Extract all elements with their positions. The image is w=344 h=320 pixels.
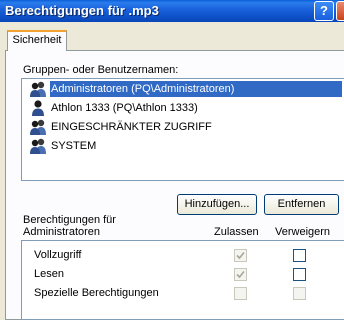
permission-row: Vollzugriff [22, 247, 344, 266]
help-button[interactable]: ? [314, 1, 334, 21]
permission-row: Lesen [22, 266, 344, 285]
remove-button[interactable]: Entfernen [264, 194, 339, 215]
user-group-icon [30, 138, 46, 154]
list-item-athlon[interactable]: Athlon 1333 (PQ\Athlon 1333) [24, 99, 342, 117]
permissions-header-subject: Administratoren [23, 226, 101, 238]
tab-sicherheit[interactable]: Sicherheit [7, 30, 67, 51]
permission-row: Spezielle Berechtigungen [22, 285, 344, 304]
title-bar[interactable]: Berechtigungen für .mp3 ? [0, 0, 344, 22]
list-item-system[interactable]: SYSTEM [24, 137, 342, 155]
deny-checkbox[interactable] [293, 268, 306, 281]
permission-name: Vollzugriff [34, 249, 82, 261]
user-group-icon [30, 81, 46, 97]
checkmark-icon [236, 251, 245, 260]
list-item-label: SYSTEM [51, 140, 97, 152]
permission-name: Spezielle Berechtigungen [34, 287, 159, 299]
permissions-list: Vollzugriff Lesen Spezielle Berechtigung… [21, 240, 344, 320]
column-allow-header: Zulassen [214, 226, 259, 238]
list-item-label: EINGESCHRÄNKTER ZUGRIFF [51, 121, 212, 133]
groups-listbox[interactable]: Administratoren (PQ\Administratoren) Ath… [21, 78, 344, 181]
close-button[interactable] [336, 1, 344, 21]
allow-checkbox[interactable] [234, 249, 247, 262]
list-item-label: Administratoren (PQ\Administratoren) [50, 81, 342, 97]
list-item-label: Athlon 1333 (PQ\Athlon 1333) [51, 102, 198, 114]
deny-checkbox[interactable] [293, 249, 306, 262]
window-title: Berechtigungen für .mp3 [5, 3, 159, 18]
deny-checkbox[interactable] [293, 287, 306, 300]
user-icon [32, 100, 44, 116]
tab-strip: Sicherheit [0, 28, 344, 52]
groups-label: Gruppen- oder Benutzernamen: [23, 64, 179, 76]
allow-checkbox[interactable] [234, 287, 247, 300]
add-button[interactable]: Hinzufügen... [177, 194, 257, 215]
list-item-eingeschraenkter-zugriff[interactable]: EINGESCHRÄNKTER ZUGRIFF [24, 118, 342, 136]
permissions-header: Berechtigungen für [23, 214, 116, 226]
list-item-administratoren[interactable]: Administratoren (PQ\Administratoren) [24, 80, 342, 98]
checkmark-icon [236, 270, 245, 279]
permission-name: Lesen [34, 268, 64, 280]
allow-checkbox[interactable] [234, 268, 247, 281]
column-deny-header: Verweigern [275, 226, 331, 238]
user-group-icon [30, 119, 46, 135]
